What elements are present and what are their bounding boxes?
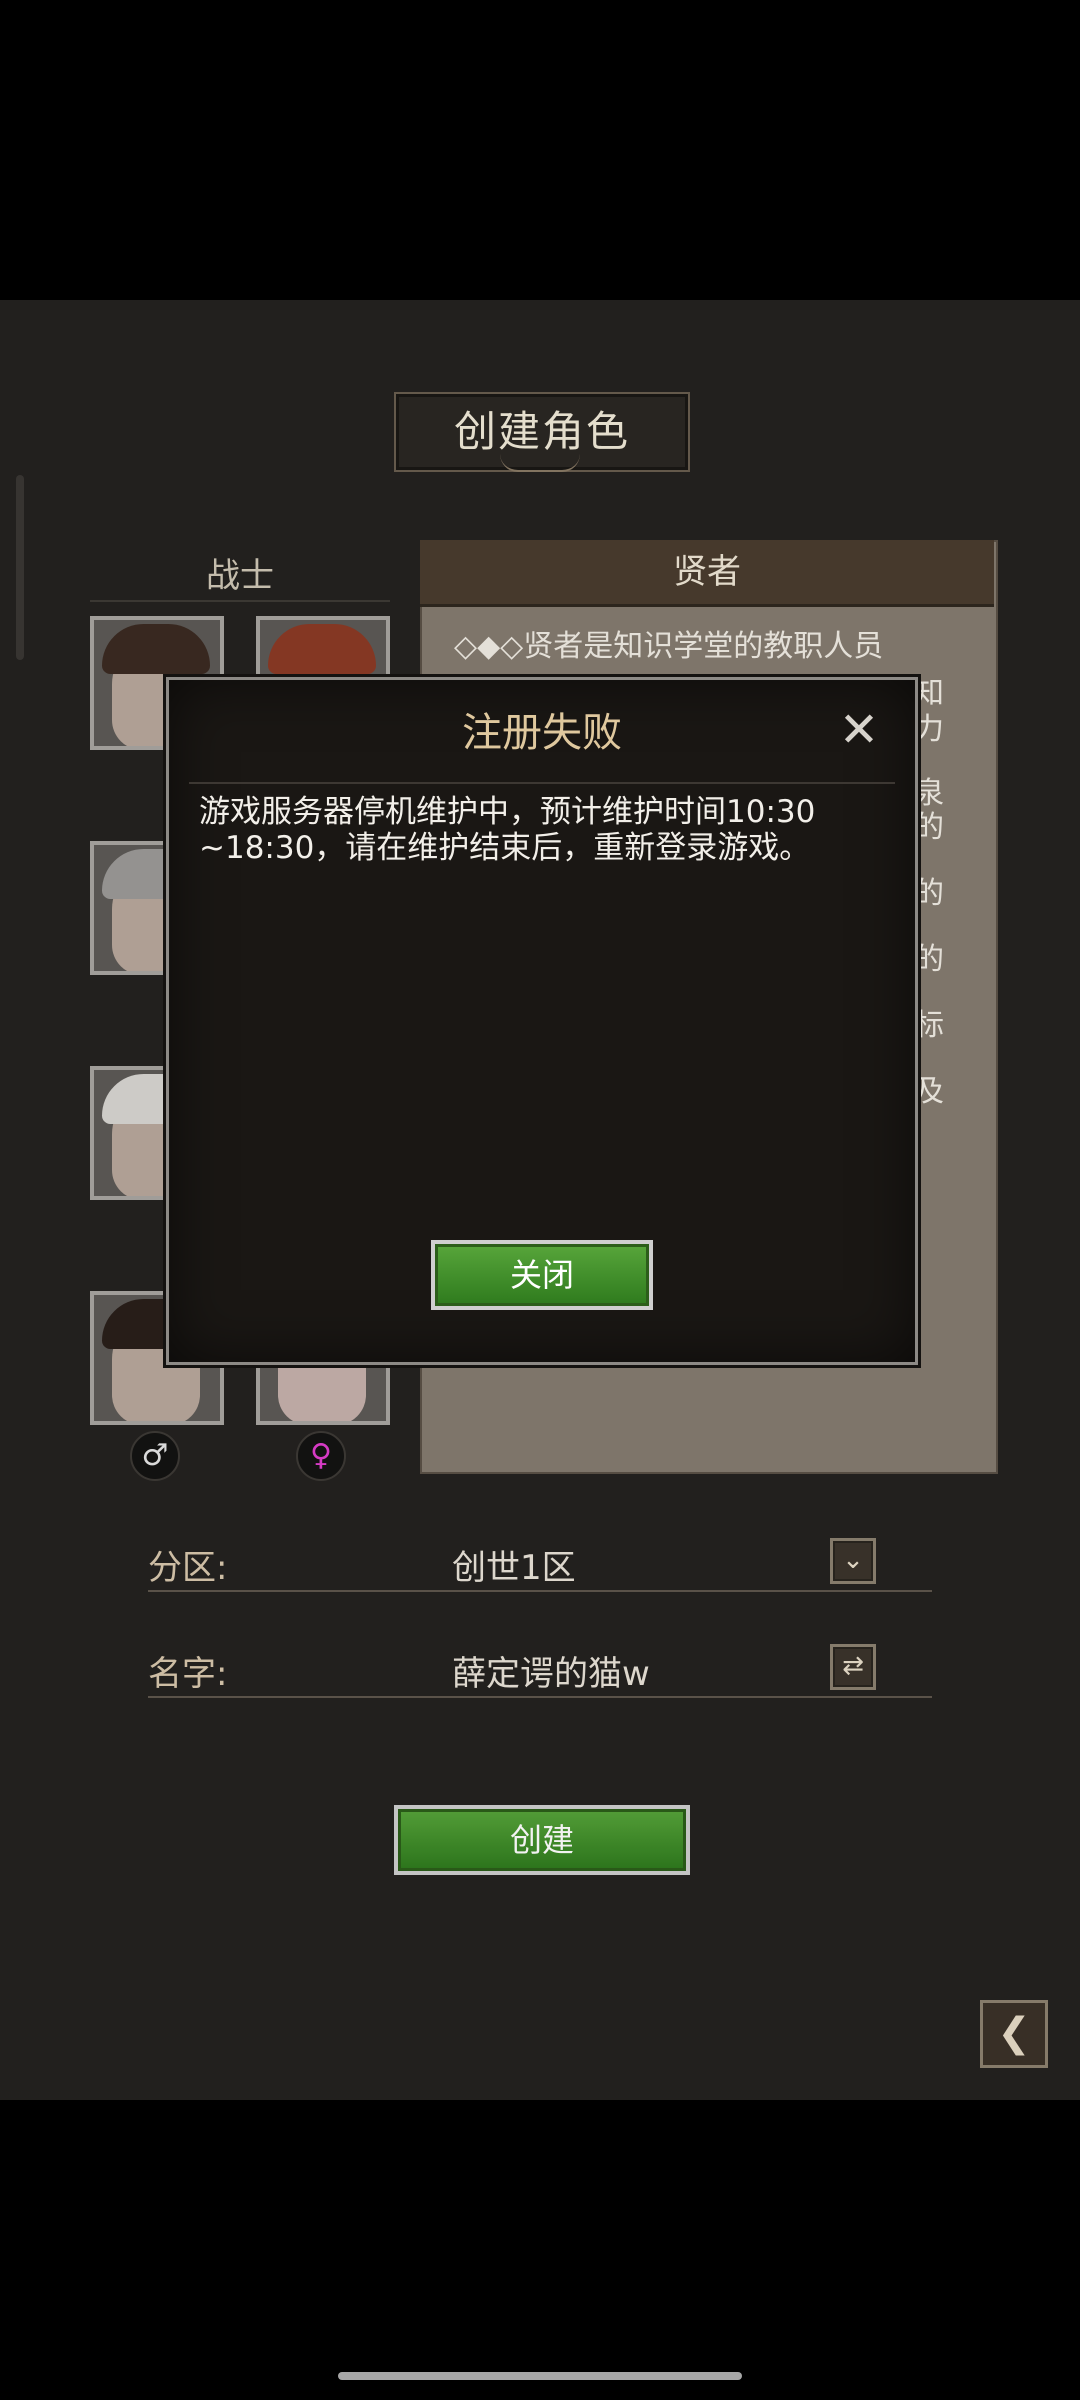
- home-indicator[interactable]: [338, 2372, 742, 2380]
- dialog-close-button[interactable]: 关闭: [431, 1240, 653, 1310]
- dialog-close-button-label: 关闭: [509, 1256, 574, 1294]
- close-icon[interactable]: ✕: [837, 706, 881, 754]
- dialog-message: 游戏服务器停机维护中，预计维护时间10:30 ~18:30，请在维护结束后，重新…: [199, 794, 816, 866]
- dialog-title: 注册失败: [462, 710, 622, 756]
- registration-failed-dialog: 注册失败 ✕ 游戏服务器停机维护中，预计维护时间10:30 ~18:30，请在维…: [166, 677, 918, 1365]
- dialog-divider: [189, 782, 895, 784]
